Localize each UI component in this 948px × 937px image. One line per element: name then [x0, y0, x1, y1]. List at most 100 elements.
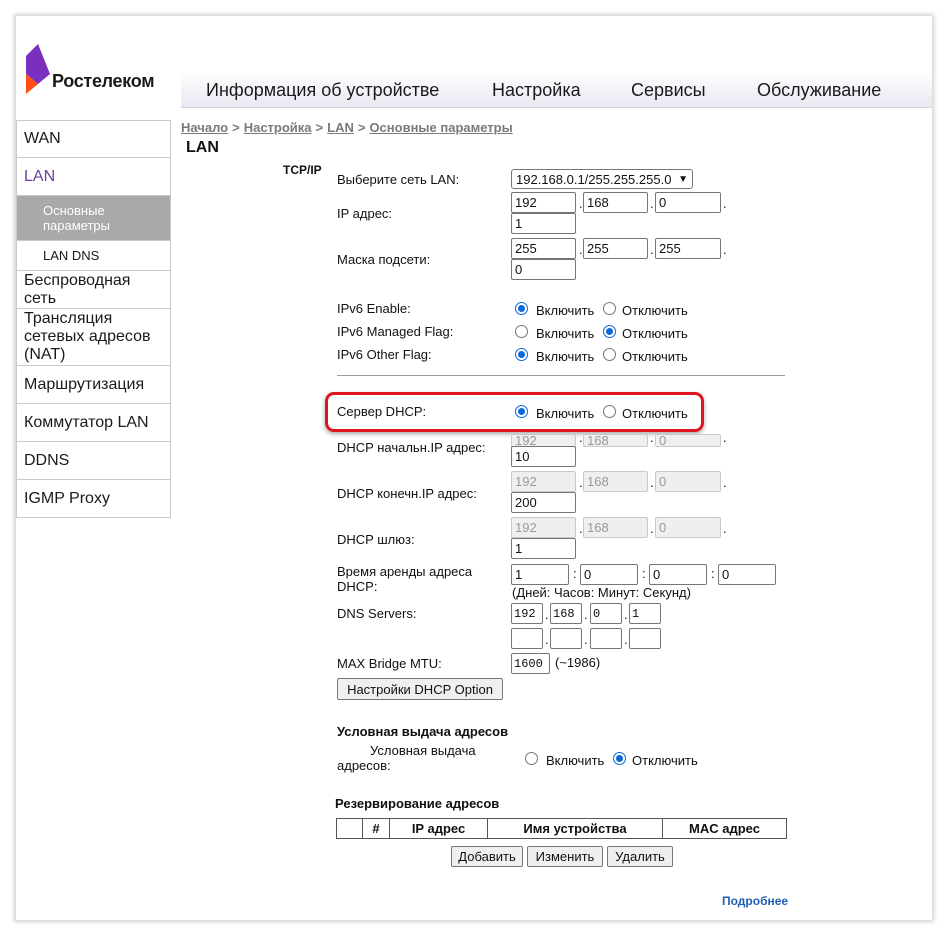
- sidebar-item-igmp[interactable]: IGMP Proxy: [16, 480, 171, 518]
- dhcp-server-on-radio[interactable]: [515, 405, 528, 418]
- ipv6-enable-label: IPv6 Enable:: [337, 301, 411, 316]
- add-button[interactable]: Добавить: [451, 846, 523, 867]
- dhcp-gw-octet-2: [583, 517, 648, 538]
- sidebar-item-routing[interactable]: Маршрутизация: [16, 366, 171, 404]
- conditional-on-label: Включить: [546, 753, 605, 768]
- ipv6-managed-label: IPv6 Managed Flag:: [337, 324, 454, 339]
- dhcp-gw-octet-4[interactable]: [511, 538, 576, 559]
- lease-seconds-input[interactable]: [718, 564, 776, 585]
- sidebar-item-nat[interactable]: Трансляция сетевых адресов (NAT): [16, 309, 171, 366]
- dhcp-start-octet-4[interactable]: [511, 446, 576, 467]
- nav-maintenance[interactable]: Обслуживание: [757, 80, 881, 101]
- ipv6-managed-on-radio[interactable]: [515, 325, 528, 338]
- ip-octet-2[interactable]: [583, 192, 648, 213]
- ipv6-other-on-label: Включить: [536, 349, 595, 364]
- dhcp-start-octet-2: [583, 434, 648, 447]
- ipv6-managed-on-label: Включить: [536, 326, 595, 341]
- lan-network-select-value: 192.168.0.1/255.255.255.0: [516, 171, 672, 187]
- reservation-table: # IP адрес Имя устройства MAC адрес: [336, 818, 787, 839]
- lease-hours-input[interactable]: [580, 564, 638, 585]
- mtu-input[interactable]: [511, 653, 550, 674]
- breadcrumb-home[interactable]: Начало: [181, 120, 228, 135]
- lease-time-label: Время аренды адреса DHCP:: [337, 564, 473, 594]
- nav-device-info[interactable]: Информация об устройстве: [206, 80, 439, 101]
- dhcp-start-octet-3: [655, 434, 721, 447]
- ipv6-other-on-radio[interactable]: [515, 348, 528, 361]
- ip-octet-4[interactable]: [511, 213, 576, 234]
- dns1-octet-3[interactable]: [590, 603, 622, 624]
- sidebar-item-wan[interactable]: WAN: [16, 120, 171, 158]
- breadcrumb-lan[interactable]: LAN: [327, 120, 354, 135]
- sidebar-item-lan[interactable]: LAN: [16, 158, 171, 196]
- lan-select-label: Выберите сеть LAN:: [337, 172, 460, 187]
- dns1-octet-4[interactable]: [629, 603, 661, 624]
- ipv6-other-off-radio[interactable]: [603, 348, 616, 361]
- dhcp-end-octet-4[interactable]: [511, 492, 576, 513]
- subnet-mask-label: Маска подсети:: [337, 252, 431, 267]
- sidebar-item-wireless[interactable]: Беспроводная сеть: [16, 271, 171, 309]
- breadcrumb-basic[interactable]: Основные параметры: [369, 120, 512, 135]
- col-number: #: [363, 819, 390, 838]
- dns2-octet-4[interactable]: [629, 628, 661, 649]
- page-title: LAN: [186, 139, 219, 156]
- dns1-octet-1[interactable]: [511, 603, 543, 624]
- sidebar-item-ddns[interactable]: DDNS: [16, 442, 171, 480]
- brand-name: Ростелеком: [52, 71, 155, 91]
- sidebar-item-switch[interactable]: Коммутатор LAN: [16, 404, 171, 442]
- more-info-link[interactable]: Подробнее: [722, 894, 788, 908]
- conditional-off-radio[interactable]: [613, 752, 626, 765]
- sidebar-item-lan-dns[interactable]: LAN DNS: [16, 241, 171, 271]
- dns2-octet-1[interactable]: [511, 628, 543, 649]
- mtu-hint: (~1986): [555, 655, 601, 670]
- section-divider: [337, 375, 785, 376]
- col-device-name: Имя устройства: [488, 819, 663, 838]
- ip-address-label: IP адрес:: [337, 206, 393, 221]
- nav-settings[interactable]: Настройка: [492, 80, 581, 101]
- lan-network-select[interactable]: 192.168.0.1/255.255.255.0 ▼: [511, 169, 693, 189]
- dhcp-server-off-label: Отключить: [622, 406, 688, 421]
- lease-minutes-input[interactable]: [649, 564, 707, 585]
- dhcp-server-off-radio[interactable]: [603, 405, 616, 418]
- ipv6-enable-on-radio[interactable]: [515, 302, 528, 315]
- ipv6-managed-off-radio[interactable]: [603, 325, 616, 338]
- ipv6-enable-off-radio[interactable]: [603, 302, 616, 315]
- conditional-on-radio[interactable]: [525, 752, 538, 765]
- ip-octet-3[interactable]: [655, 192, 721, 213]
- router-admin-page: Ростелеком Информация об устройстве Наст…: [16, 16, 932, 920]
- col-mac: MAC адрес: [689, 821, 760, 836]
- breadcrumb: Начало > Настройка > LAN > Основные параметры: [181, 120, 513, 135]
- mask-octet-1[interactable]: [511, 238, 576, 259]
- lease-time-hint: (Дней: Часов: Минут: Секунд): [512, 585, 691, 600]
- col-select: [337, 819, 363, 838]
- dhcp-gateway-label: DHCP шлюз:: [337, 532, 415, 547]
- tcpip-section-label: TCP/IP: [283, 163, 322, 177]
- dns1-octet-2[interactable]: [550, 603, 582, 624]
- ipv6-enable-on-label: Включить: [536, 303, 595, 318]
- dns2-octet-2[interactable]: [550, 628, 582, 649]
- breadcrumb-settings[interactable]: Настройка: [244, 120, 312, 135]
- conditional-label: Условная выдача адресов:: [337, 743, 476, 773]
- rostelecom-logo-icon: [26, 44, 50, 94]
- edit-button[interactable]: Изменить: [527, 846, 603, 867]
- conditional-section-title: Условная выдача адресов: [337, 724, 509, 739]
- nav-services[interactable]: Сервисы: [631, 80, 706, 101]
- dhcp-start-label: DHCP начальн.IP адрес:: [337, 440, 486, 455]
- dhcp-end-octet-1: [511, 471, 576, 492]
- dhcp-option-button[interactable]: Настройки DHCP Option: [337, 678, 503, 700]
- ipv6-other-off-label: Отключить: [622, 349, 688, 364]
- sidebar: WAN LAN Основные параметры LAN DNS Беспр…: [16, 120, 171, 518]
- col-ip: IP адрес: [390, 819, 488, 838]
- ip-octet-1[interactable]: [511, 192, 576, 213]
- conditional-off-label: Отключить: [632, 753, 698, 768]
- lease-days-input[interactable]: [511, 564, 569, 585]
- ipv6-other-label: IPv6 Other Flag:: [337, 347, 432, 362]
- delete-button[interactable]: Удалить: [607, 846, 673, 867]
- mask-octet-3[interactable]: [655, 238, 721, 259]
- sidebar-item-lan-basic[interactable]: Основные параметры: [16, 196, 171, 241]
- mask-octet-4[interactable]: [511, 259, 576, 280]
- mask-octet-2[interactable]: [583, 238, 648, 259]
- ipv6-managed-off-label: Отключить: [622, 326, 688, 341]
- dns2-octet-3[interactable]: [590, 628, 622, 649]
- reservation-section-title: Резервирование адресов: [335, 796, 500, 811]
- dhcp-end-label: DHCP конечн.IP адрес:: [337, 486, 477, 501]
